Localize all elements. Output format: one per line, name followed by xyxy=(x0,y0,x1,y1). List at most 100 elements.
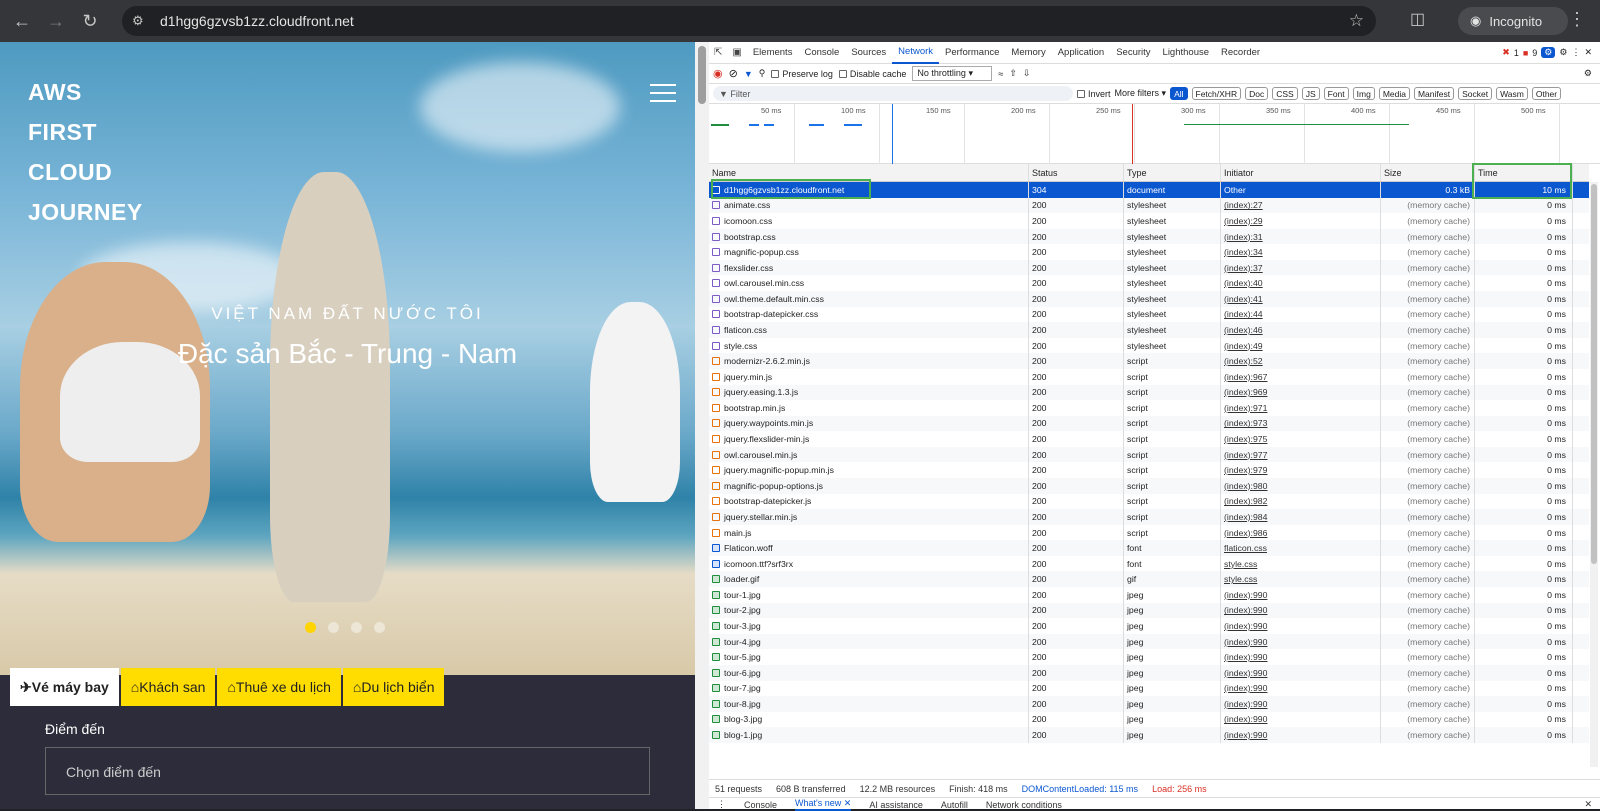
initiator-link[interactable]: (index):967 xyxy=(1224,372,1267,382)
forward-icon[interactable]: → xyxy=(44,9,68,33)
close-drawer-icon[interactable]: ✕ xyxy=(1584,799,1600,810)
initiator-link[interactable]: (index):44 xyxy=(1224,309,1263,319)
import-icon[interactable]: ⇧ xyxy=(1009,68,1017,79)
initiator-link[interactable]: (index):49 xyxy=(1224,341,1263,351)
initiator-link[interactable]: (index):973 xyxy=(1224,418,1267,428)
bookmark-star-icon[interactable]: ☆ xyxy=(1349,11,1364,31)
filter-fetch[interactable]: Fetch/XHR xyxy=(1191,87,1242,100)
filter-js[interactable]: JS xyxy=(1301,87,1320,100)
drawer-menu-icon[interactable]: ⋮ xyxy=(717,799,726,810)
table-row[interactable]: jquery.min.js 200 script (index):967 (memory… xyxy=(709,368,1589,385)
scrollbar-thumb[interactable] xyxy=(698,46,706,104)
table-row[interactable]: blog-3.jpg 200 jpeg (index):990 (memory cach… xyxy=(709,711,1589,728)
table-row[interactable]: bootstrap-datepicker.js 200 script (index):… xyxy=(709,493,1589,510)
filter-media[interactable]: Media xyxy=(1378,87,1410,100)
tab-memory[interactable]: Memory xyxy=(1005,42,1051,64)
initiator-link[interactable]: (index):971 xyxy=(1224,403,1267,413)
back-icon[interactable]: ← xyxy=(10,9,34,33)
filter-all[interactable]: All xyxy=(1170,87,1188,100)
initiator-link[interactable]: (index):990 xyxy=(1224,668,1267,678)
col-size[interactable]: Size xyxy=(1381,164,1475,181)
initiator-link[interactable]: (index):980 xyxy=(1224,481,1267,491)
drawer-tab-ai[interactable]: AI assistance xyxy=(869,800,923,810)
table-row[interactable]: owl.theme.default.min.css 200 stylesheet (i… xyxy=(709,291,1589,307)
tab-performance[interactable]: Performance xyxy=(939,42,1005,64)
filter-css[interactable]: CSS xyxy=(1272,87,1298,100)
clear-icon[interactable]: ⊘ xyxy=(729,67,738,80)
table-row[interactable]: Flaticon.woff 200 font flaticon.css (memory … xyxy=(709,540,1589,556)
reload-icon[interactable]: ↻ xyxy=(78,9,102,33)
more-filters-dropdown[interactable]: More filters ▾ xyxy=(1115,88,1167,99)
initiator-link[interactable]: (index):990 xyxy=(1224,590,1267,600)
preserve-log-checkbox[interactable]: Preserve log xyxy=(771,69,833,79)
initiator-link[interactable]: (index):41 xyxy=(1224,294,1263,304)
initiator-link[interactable]: (index):990 xyxy=(1224,730,1267,740)
table-row[interactable]: tour-8.jpg 200 jpeg (index):990 (memory cach… xyxy=(709,696,1589,712)
table-row[interactable]: bootstrap.css 200 stylesheet (index):31 (mem… xyxy=(709,228,1589,245)
initiator-link[interactable]: (index):40 xyxy=(1224,278,1263,288)
table-row[interactable]: owl.carousel.min.css 200 stylesheet (index)… xyxy=(709,275,1589,292)
table-row[interactable]: magnific-popup.css 200 stylesheet (index):3… xyxy=(709,244,1589,260)
table-row[interactable]: icomoon.css 200 stylesheet (index):29 (memor… xyxy=(709,213,1589,229)
ai-icon[interactable]: ⚙ xyxy=(1541,47,1556,58)
wifi-icon[interactable]: ≈ xyxy=(998,69,1003,79)
filter-input[interactable]: ▼ Filter xyxy=(713,86,1073,101)
table-row[interactable]: blog-1.jpg 200 jpeg (index):990 (memory cach… xyxy=(709,727,1589,743)
table-row[interactable]: style.css 200 stylesheet (index):49 (memory … xyxy=(709,337,1589,354)
tab-car-rental[interactable]: ⌂ Thuê xe du lịch xyxy=(217,668,341,706)
initiator-link[interactable]: (index):977 xyxy=(1224,450,1267,460)
filter-img[interactable]: Img xyxy=(1352,87,1375,100)
table-row[interactable]: jquery.stellar.min.js 200 script (index):98… xyxy=(709,509,1589,525)
initiator-link[interactable]: (index):31 xyxy=(1224,232,1263,242)
warning-icon[interactable]: ■ xyxy=(1523,48,1528,58)
table-row[interactable]: tour-7.jpg 200 jpeg (index):990 (memory cach… xyxy=(709,680,1589,697)
tab-recorder[interactable]: Recorder xyxy=(1215,42,1266,64)
table-row[interactable]: tour-5.jpg 200 jpeg (index):990 (memory cach… xyxy=(709,649,1589,665)
initiator-link[interactable]: (index):990 xyxy=(1224,652,1267,662)
drawer-tab-autofill[interactable]: Autofill xyxy=(941,800,968,810)
table-row[interactable]: bootstrap.min.js 200 script (index):971 (mem… xyxy=(709,400,1589,416)
page-scrollbar[interactable] xyxy=(695,42,709,809)
devtools-menu-icon[interactable]: ⋮ xyxy=(1571,47,1580,58)
tab-network[interactable]: Network xyxy=(892,42,940,64)
col-type[interactable]: Type xyxy=(1124,164,1221,181)
initiator-link[interactable]: (index):990 xyxy=(1224,621,1267,631)
slider-dot[interactable] xyxy=(374,622,385,633)
table-row[interactable]: tour-4.jpg 200 jpeg (index):990 (memory cach… xyxy=(709,633,1589,650)
initiator-link[interactable]: (index):986 xyxy=(1224,528,1267,538)
initiator-link[interactable]: (index):984 xyxy=(1224,512,1267,522)
tab-lighthouse[interactable]: Lighthouse xyxy=(1157,42,1215,64)
tab-security[interactable]: Security xyxy=(1110,42,1156,64)
initiator-link[interactable]: (index):982 xyxy=(1224,496,1267,506)
extensions-icon[interactable]: ◫ xyxy=(1410,9,1425,29)
initiator-link[interactable]: (index):990 xyxy=(1224,637,1267,647)
initiator-link[interactable]: (index):37 xyxy=(1224,263,1263,273)
initiator-link[interactable]: (index):990 xyxy=(1224,683,1267,693)
browser-menu-icon[interactable]: ⋮ xyxy=(1568,9,1586,30)
incognito-badge[interactable]: ◉ Incognito xyxy=(1458,7,1568,35)
tab-elements[interactable]: Elements xyxy=(747,42,799,64)
table-row[interactable]: magnific-popup-options.js 200 script (index… xyxy=(709,477,1589,494)
export-icon[interactable]: ⇩ xyxy=(1023,68,1031,79)
disable-cache-checkbox[interactable]: Disable cache xyxy=(838,69,906,79)
table-row[interactable]: jquery.magnific-popup.min.js 200 script (in… xyxy=(709,462,1589,478)
search-icon[interactable]: ⚲ xyxy=(759,68,766,79)
drawer-tab-network-conditions[interactable]: Network conditions xyxy=(986,800,1062,810)
initiator-link[interactable]: (index):979 xyxy=(1224,465,1267,475)
slider-dot[interactable] xyxy=(351,622,362,633)
table-row[interactable]: tour-3.jpg 200 jpeg (index):990 (memory cach… xyxy=(709,618,1589,634)
throttling-select[interactable]: No throttling ▾ xyxy=(912,66,993,81)
table-row[interactable]: bootstrap-datepicker.css 200 stylesheet (in… xyxy=(709,306,1589,323)
tab-hotels[interactable]: ⌂ Khách san xyxy=(120,668,216,706)
invert-checkbox[interactable]: Invert xyxy=(1077,89,1111,99)
filter-font[interactable]: Font xyxy=(1323,87,1349,100)
table-row[interactable]: jquery.easing.1.3.js 200 script (index):969… xyxy=(709,384,1589,401)
scrollbar-thumb[interactable] xyxy=(1591,184,1597,564)
address-bar[interactable]: ⚙ d1hgg6gzvsb1zz.cloudfront.net ☆ xyxy=(122,6,1376,36)
initiator-link[interactable]: style.css xyxy=(1224,559,1257,569)
table-row[interactable]: owl.carousel.min.js 200 script (index):977 (… xyxy=(709,446,1589,463)
table-row[interactable]: icomoon.ttf?srf3rx 200 font style.css (memor… xyxy=(709,555,1589,572)
table-row[interactable]: jquery.waypoints.min.js 200 script (index):… xyxy=(709,415,1589,432)
network-overview[interactable]: 50 ms 100 ms 150 ms 200 ms 250 ms 300 ms… xyxy=(709,104,1600,164)
close-devtools-icon[interactable]: ✕ xyxy=(1584,47,1592,58)
